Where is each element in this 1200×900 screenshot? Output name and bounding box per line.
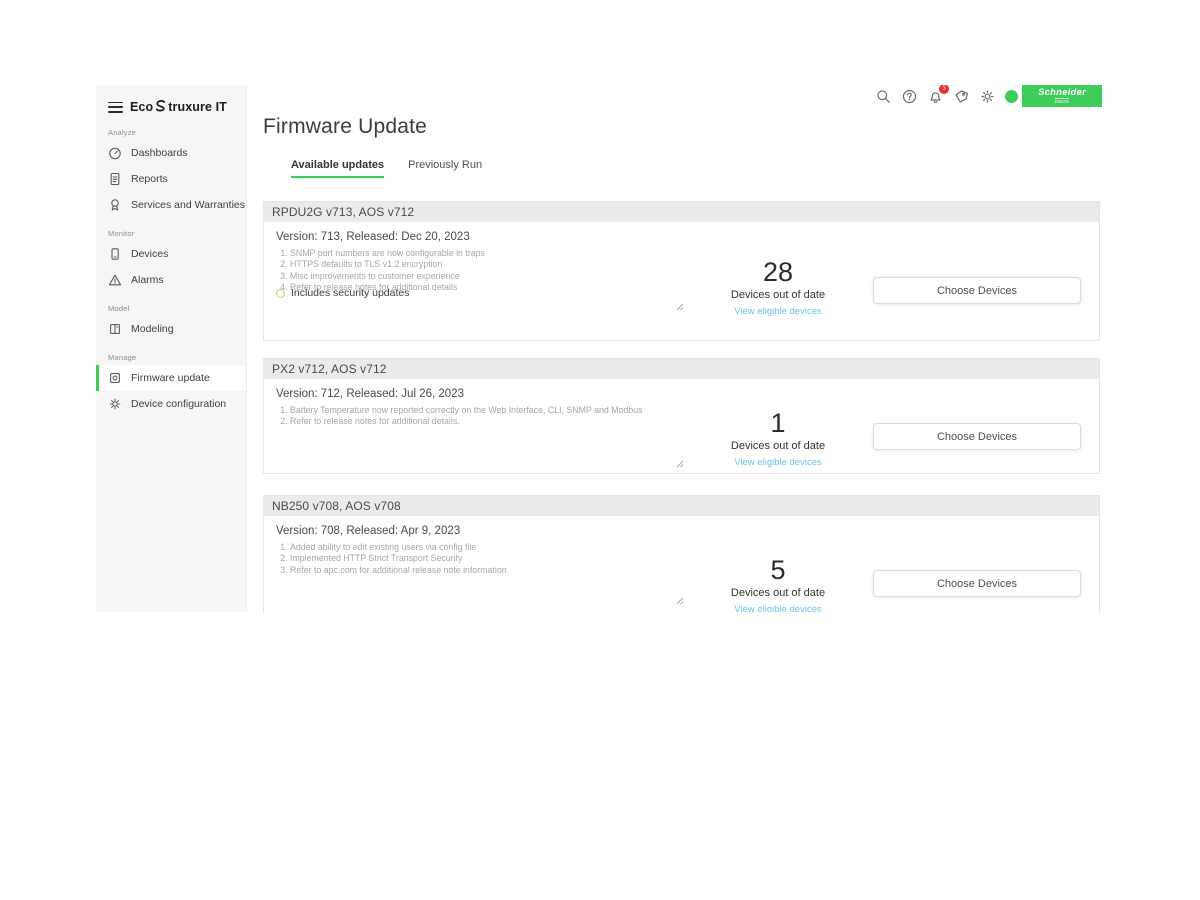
sidebar-item-label: Device configuration [131, 398, 226, 410]
card-header: RPDU2G v713, AOS v712 [264, 202, 1099, 222]
release-note-item: Misc improvements to customer experience [290, 271, 684, 282]
choose-devices-button[interactable]: Choose Devices [873, 570, 1081, 597]
sidebar-item-label: Alarms [131, 274, 164, 286]
sidebar-item-devices[interactable]: Devices [96, 241, 246, 267]
tab-bar: Available updates Previously Run [263, 159, 1104, 178]
release-note-item: SNMP port numbers are now configurable i… [290, 248, 684, 259]
report-icon [108, 172, 122, 186]
device-count-label: Devices out of date [678, 440, 878, 452]
security-note: Includes security updates [291, 287, 409, 299]
choose-devices-button[interactable]: Choose Devices [873, 423, 1081, 450]
sidebar-item-label: Devices [131, 248, 168, 260]
sidebar-item-modeling[interactable]: Modeling [96, 316, 246, 342]
release-note-item: Refer to release notes for additional de… [290, 416, 684, 427]
card-header: PX2 v712, AOS v712 [264, 359, 1099, 379]
security-icon [276, 289, 285, 298]
map-icon [108, 322, 122, 336]
view-eligible-devices-link[interactable]: View eligible devices [734, 604, 822, 612]
logo-text-pre: Eco [130, 100, 153, 114]
hamburger-menu-icon[interactable] [108, 102, 123, 113]
card-header: NB250 v708, AOS v708 [264, 496, 1099, 516]
sidebar-item-label: Dashboards [131, 147, 188, 159]
card-body: Version: 712, Released: Jul 26, 2023 Bat… [264, 379, 1099, 465]
sidebar-item-label: Firmware update [131, 372, 210, 384]
config-gear-icon [108, 397, 122, 411]
release-notes-list: Added ability to edit existing users via… [276, 542, 684, 576]
sidebar-section-label: Analyze [96, 117, 246, 140]
sidebar-item-reports[interactable]: Reports [96, 166, 246, 192]
card-body: Version: 713, Released: Dec 20, 2023 SNM… [264, 222, 1099, 308]
card-body: Version: 708, Released: Apr 9, 2023 Adde… [264, 516, 1099, 602]
device-count-block: 1 Devices out of date View eligible devi… [678, 409, 878, 470]
release-notes-box: Battery Temperature now reported correct… [276, 405, 684, 465]
device-count: 1 [678, 409, 878, 437]
gauge-icon [108, 146, 122, 160]
release-note-item: HTTPS defaults to TLS v1.2 encryption [290, 259, 684, 270]
version-text: Version: 713, Released: Dec 20, 2023 [276, 231, 1087, 243]
ecostruxure-logo: Eco truxure IT [130, 99, 227, 115]
update-card-px2: PX2 v712, AOS v712 Version: 712, Release… [263, 358, 1100, 474]
sidebar-section-label: Monitor [96, 218, 246, 241]
firmware-chip-icon [108, 371, 122, 385]
choose-devices-button[interactable]: Choose Devices [873, 277, 1081, 304]
version-text: Version: 712, Released: Jul 26, 2023 [276, 388, 1087, 400]
version-text: Version: 708, Released: Apr 9, 2023 [276, 525, 1087, 537]
release-notes-list: Battery Temperature now reported correct… [276, 405, 684, 428]
release-note-item: Refer to apc.com for additional release … [290, 565, 684, 576]
release-note-item: Added ability to edit existing users via… [290, 542, 684, 553]
sidebar-section-label: Model [96, 293, 246, 316]
device-count-label: Devices out of date [678, 289, 878, 301]
view-eligible-devices-link[interactable]: View eligible devices [734, 306, 822, 317]
device-count-block: 28 Devices out of date View eligible dev… [678, 258, 878, 319]
sidebar-item-device-configuration[interactable]: Device configuration [96, 391, 246, 417]
tab-previously-run[interactable]: Previously Run [408, 159, 482, 178]
ecostruxure-swirl-icon [154, 99, 167, 115]
tab-available-updates[interactable]: Available updates [291, 159, 384, 178]
release-notes-box: Added ability to edit existing users via… [276, 542, 684, 602]
sidebar-item-dashboards[interactable]: Dashboards [96, 140, 246, 166]
device-count-label: Devices out of date [678, 587, 878, 599]
sidebar-item-services-and-warranties[interactable]: Services and Warranties [96, 192, 246, 218]
sidebar: Eco truxure IT Analyze Dashboards Report… [96, 85, 247, 612]
app-window: Eco truxure IT Analyze Dashboards Report… [96, 85, 1104, 612]
view-eligible-devices-link[interactable]: View eligible devices [734, 457, 822, 468]
logo-row: Eco truxure IT [96, 85, 246, 117]
device-count: 5 [678, 556, 878, 584]
device-count-block: 5 Devices out of date View eligible devi… [678, 556, 878, 612]
release-note-item: Implemented HTTP Strict Transport Securi… [290, 553, 684, 564]
page-title: Firmware Update [263, 115, 1104, 139]
sidebar-item-label: Services and Warranties [131, 199, 245, 211]
security-note-row: Includes security updates [276, 287, 409, 299]
main-content: Firmware Update Available updates Previo… [247, 85, 1104, 612]
logo-text-post: truxure IT [168, 100, 227, 114]
release-note-item: Battery Temperature now reported correct… [290, 405, 684, 416]
update-card-rpdu2g: RPDU2G v713, AOS v712 Version: 713, Rele… [263, 201, 1100, 341]
update-card-nb250: NB250 v708, AOS v708 Version: 708, Relea… [263, 495, 1100, 612]
warning-triangle-icon [108, 273, 122, 287]
award-icon [108, 198, 122, 212]
sidebar-item-label: Reports [131, 173, 168, 185]
device-icon [108, 247, 122, 261]
sidebar-item-alarms[interactable]: Alarms [96, 267, 246, 293]
sidebar-item-firmware-update[interactable]: Firmware update [96, 365, 246, 391]
release-notes-box: SNMP port numbers are now configurable i… [276, 248, 684, 308]
sidebar-item-label: Modeling [131, 323, 174, 335]
sidebar-section-label: Manage [96, 342, 246, 365]
device-count: 28 [678, 258, 878, 286]
